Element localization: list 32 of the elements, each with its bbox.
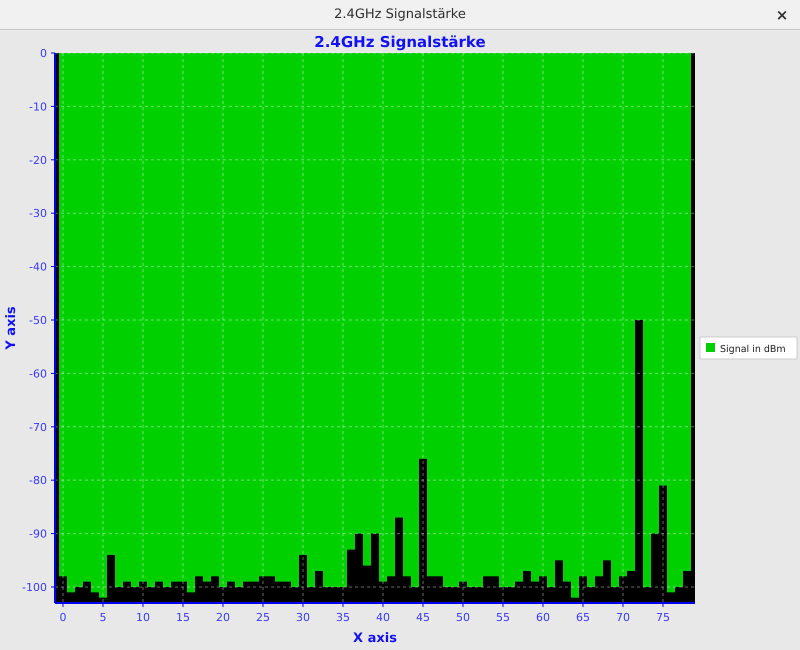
y-tick-label: 0 <box>40 47 47 60</box>
y-tick-label: -30 <box>29 207 47 220</box>
y-tick-label: -80 <box>29 474 47 488</box>
y-tick-label: -100 <box>22 580 47 594</box>
x-tick-label: 40 <box>376 611 390 624</box>
y-tick-label: -40 <box>29 260 47 274</box>
y-axis-label: Y axis <box>4 306 19 350</box>
x-tick-label: 50 <box>456 611 470 624</box>
window-title: 2.4GHz Signalstärke <box>334 6 466 24</box>
x-axis-label: X axis <box>353 631 397 646</box>
y-tick-label: -90 <box>29 528 47 541</box>
x-tick-label: 65 <box>576 611 590 624</box>
x-tick-label: 35 <box>336 611 350 624</box>
y-tick-label: -10 <box>29 100 47 114</box>
x-tick-label: 55 <box>496 611 510 624</box>
x-tick-label: 75 <box>656 611 670 624</box>
y-tick-label: -60 <box>29 367 47 380</box>
x-tick-label: 45 <box>416 611 430 624</box>
y-tick-label: -70 <box>29 420 47 434</box>
legend-label: Signal in dBm <box>720 344 786 355</box>
x-tick-label: 15 <box>176 611 190 624</box>
x-tick-label: 0 <box>60 611 66 624</box>
x-tick-label: 10 <box>136 611 150 624</box>
y-tick-label: -20 <box>29 154 47 167</box>
y-tick-label: -50 <box>29 314 47 327</box>
chart-title: 2.4GHz Signalstärke <box>314 33 486 51</box>
x-tick-label: 25 <box>256 611 270 624</box>
x-tick-label: 70 <box>616 611 630 624</box>
x-tick-label: 30 <box>296 611 310 624</box>
x-tick-label: 20 <box>216 611 230 624</box>
x-tick-label: 5 <box>100 611 106 624</box>
x-tick-label: 60 <box>536 611 550 624</box>
